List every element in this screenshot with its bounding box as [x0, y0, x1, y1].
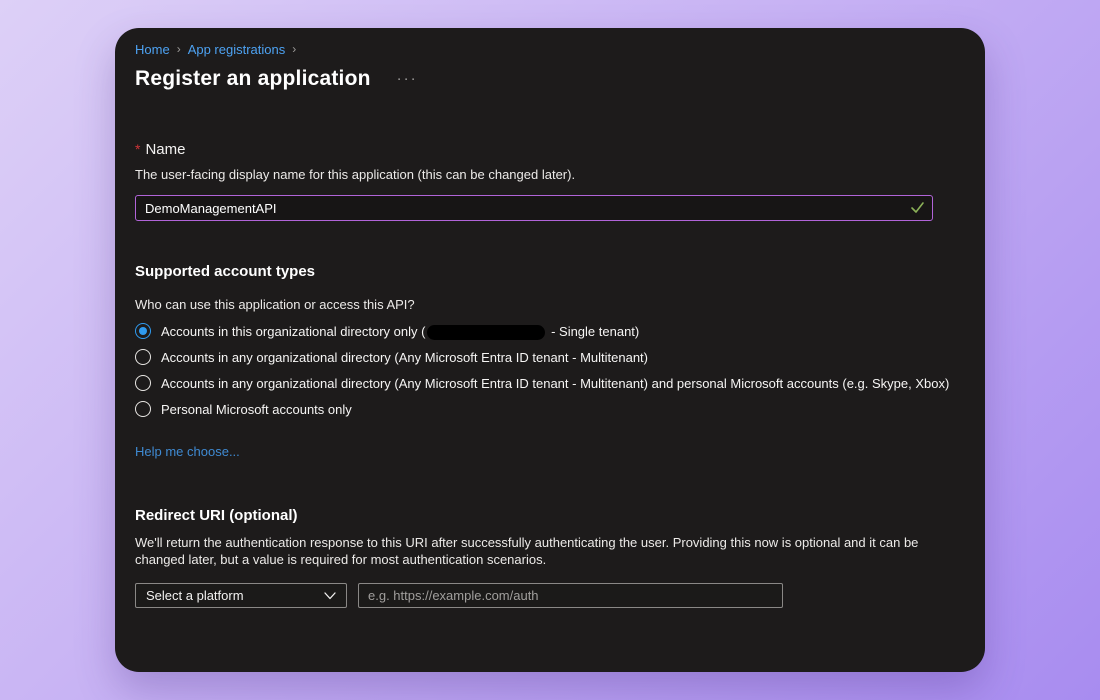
page-title: Register an application: [135, 67, 371, 91]
supported-account-types-heading: Supported account types: [135, 263, 965, 280]
radio-unselected-icon[interactable]: [135, 375, 151, 391]
redacted-tenant-name: [427, 325, 545, 340]
name-label-text: Name: [145, 141, 185, 158]
platform-select-dropdown[interactable]: Select a platform: [135, 583, 347, 608]
redirect-uri-input[interactable]: [358, 583, 783, 608]
radio-selected-icon[interactable]: [135, 323, 151, 339]
name-field-help-text: The user-facing display name for this ap…: [135, 167, 965, 182]
register-application-panel: Home › App registrations › Register an a…: [115, 28, 985, 672]
radio-option-label: Accounts in any organizational directory…: [161, 349, 648, 367]
name-input-wrap: [135, 195, 933, 221]
radio-option-multitenant-personal[interactable]: Accounts in any organizational directory…: [135, 375, 965, 393]
help-me-choose-link[interactable]: Help me choose...: [135, 444, 240, 459]
more-options-icon[interactable]: ···: [397, 74, 418, 84]
redirect-uri-controls: Select a platform: [135, 583, 965, 608]
radio-option-label: Personal Microsoft accounts only: [161, 401, 352, 419]
breadcrumb-separator-icon: ›: [292, 42, 296, 56]
platform-select-value: Select a platform: [146, 588, 244, 603]
chevron-down-icon: [324, 588, 336, 603]
account-types-question: Who can use this application or access t…: [135, 297, 965, 312]
title-row: Register an application ···: [135, 67, 965, 91]
radio-unselected-icon[interactable]: [135, 349, 151, 365]
radio-option-single-tenant[interactable]: Accounts in this organizational director…: [135, 323, 965, 341]
breadcrumb-app-registrations-link[interactable]: App registrations: [188, 42, 286, 57]
radio-unselected-icon[interactable]: [135, 401, 151, 417]
radio-option-personal-only[interactable]: Personal Microsoft accounts only: [135, 401, 965, 419]
breadcrumb: Home › App registrations ›: [135, 40, 965, 58]
breadcrumb-home-link[interactable]: Home: [135, 42, 170, 57]
checkmark-icon: [910, 200, 925, 220]
account-type-radio-group: Accounts in this organizational director…: [135, 323, 965, 419]
breadcrumb-separator-icon: ›: [177, 42, 181, 56]
redirect-uri-description: We'll return the authentication response…: [135, 534, 935, 568]
required-asterisk: *: [135, 141, 140, 157]
app-name-input[interactable]: [135, 195, 933, 221]
radio-option-label: Accounts in any organizational directory…: [161, 375, 949, 393]
radio-option-multitenant[interactable]: Accounts in any organizational directory…: [135, 349, 965, 367]
radio-option-label: Accounts in this organizational director…: [161, 323, 639, 341]
redirect-uri-heading: Redirect URI (optional): [135, 507, 965, 524]
name-field-label: * Name: [135, 141, 965, 158]
